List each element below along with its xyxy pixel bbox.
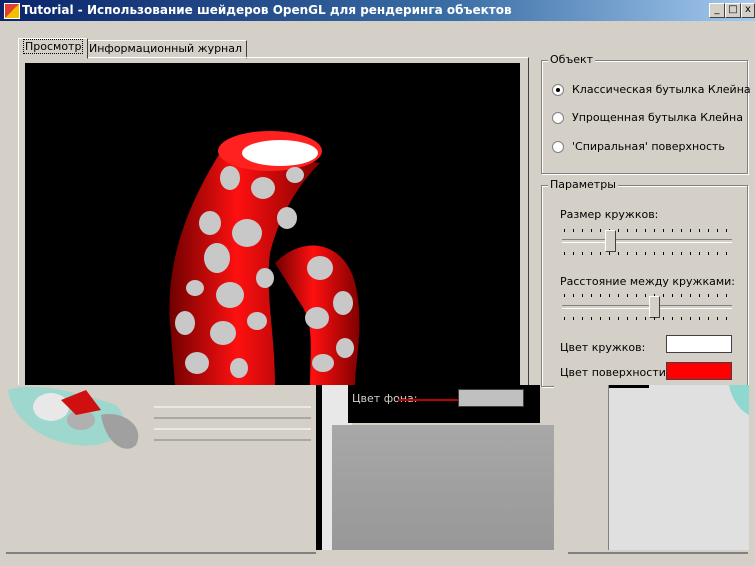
- glitch-shards: [8, 386, 311, 449]
- dot-spacing-track: [562, 305, 732, 309]
- app-icon: [4, 3, 20, 19]
- dot-size-label: Размер кружков:: [560, 208, 659, 221]
- radio-classic-klein[interactable]: Классическая бутылка Клейна: [552, 83, 751, 96]
- dot-size-track: [562, 239, 732, 243]
- glitch-bottom-line-right: [568, 552, 748, 554]
- radio-simple-klein-button[interactable]: [552, 112, 564, 124]
- radio-simple-klein[interactable]: Упрощенная бутылка Клейна: [552, 111, 743, 124]
- surface-color-swatch[interactable]: [666, 362, 732, 380]
- radio-spiral-surface-label: 'Спиральная' поверхность: [572, 140, 725, 153]
- radio-spiral-surface-button[interactable]: [552, 141, 564, 153]
- object-group-title: Объект: [548, 53, 596, 66]
- dot-spacing-ticks-top: [564, 294, 729, 297]
- klein-bottle-render: [169, 131, 360, 385]
- glitch-corner-shard: [609, 385, 749, 415]
- dot-spacing-ticks-bottom: [564, 317, 729, 320]
- minimize-button[interactable]: _: [709, 3, 725, 18]
- glitch-bottom-line-left: [6, 552, 316, 554]
- radio-spiral-surface[interactable]: 'Спиральная' поверхность: [552, 140, 725, 153]
- dot-color-swatch[interactable]: [666, 335, 732, 353]
- radio-simple-klein-label: Упрощенная бутылка Клейна: [572, 111, 743, 124]
- surface-color-label: Цвет поверхности:: [560, 366, 670, 379]
- dot-size-ticks-bottom: [564, 252, 729, 255]
- maximize-button[interactable]: □: [725, 3, 741, 18]
- background-color-swatch[interactable]: [458, 389, 524, 407]
- glitch-panel-left: [6, 385, 316, 550]
- glitch-gap: [554, 385, 609, 550]
- tab-log-label: Информационный журнал: [89, 42, 243, 55]
- glitch-black-strip: Цвет фона:: [348, 385, 540, 423]
- glitch-red-line: [398, 399, 458, 401]
- radio-classic-klein-label: Классическая бутылка Клейна: [572, 83, 751, 96]
- window-title: Tutorial - Использование шейдеров OpenGL…: [22, 3, 512, 17]
- dot-spacing-thumb[interactable]: [648, 296, 660, 318]
- dot-color-label: Цвет кружков:: [560, 341, 646, 354]
- tab-view[interactable]: Просмотр: [18, 38, 89, 59]
- dot-size-ticks-top: [564, 229, 729, 232]
- title-bar: Tutorial - Использование шейдеров OpenGL…: [0, 0, 755, 21]
- radio-classic-klein-button[interactable]: [552, 84, 564, 96]
- parameters-group: Параметры Размер кружков: Расстояние меж…: [541, 178, 748, 387]
- parameters-group-title: Параметры: [548, 178, 618, 191]
- dot-spacing-label: Расстояние между кружками:: [560, 275, 736, 288]
- close-button[interactable]: x: [741, 3, 755, 18]
- glitch-gray-block: [332, 425, 554, 550]
- dot-size-thumb[interactable]: [605, 230, 617, 252]
- glitch-panel-right: [608, 385, 749, 550]
- object-group: Объект Классическая бутылка Клейна Упрощ…: [541, 53, 751, 174]
- opengl-viewport[interactable]: [25, 63, 520, 385]
- tab-view-label: Просмотр: [23, 39, 84, 54]
